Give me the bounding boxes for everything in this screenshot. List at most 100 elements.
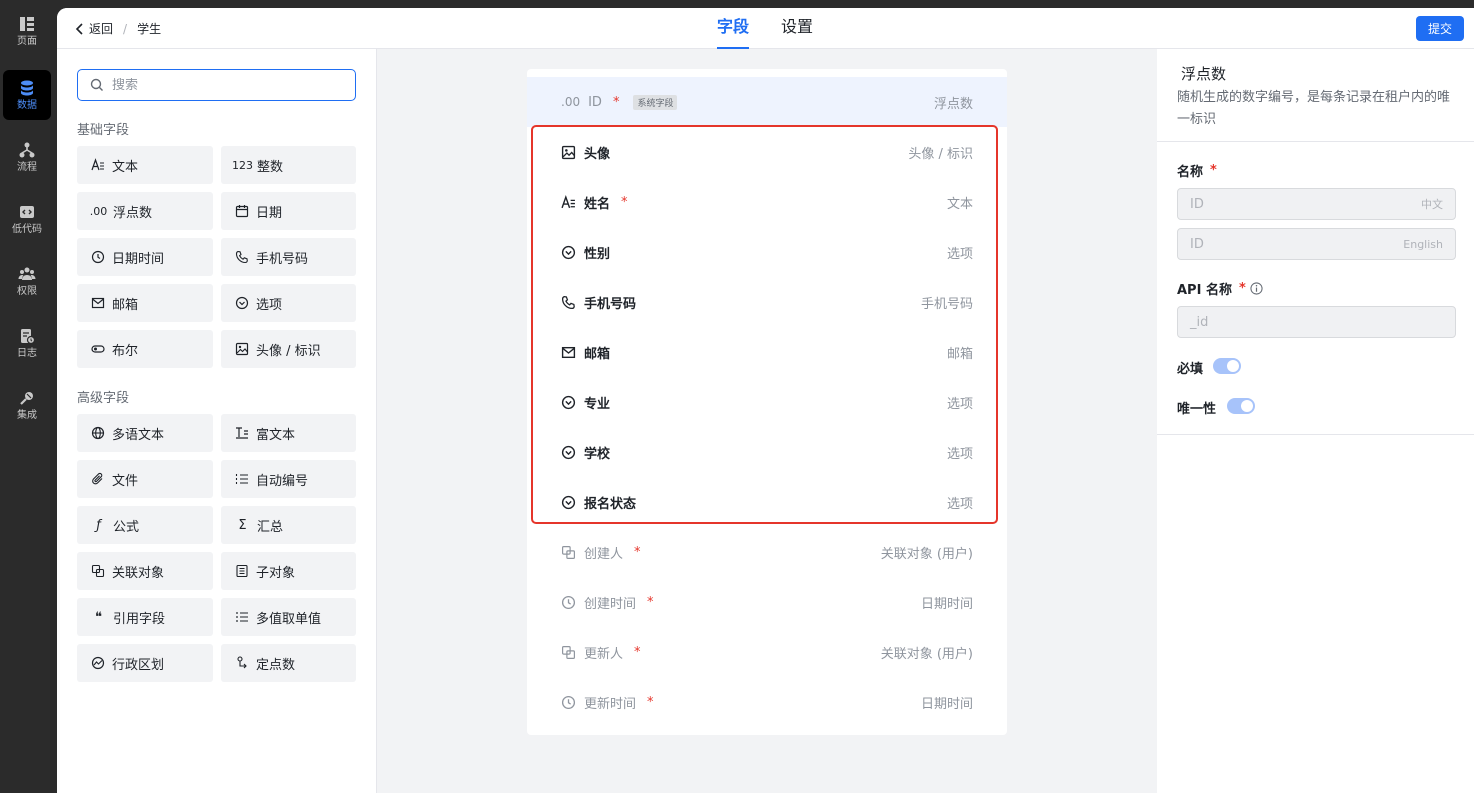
field-type-text[interactable]: 文本 — [77, 146, 213, 184]
field-type-formula[interactable]: ƒ 公式 — [77, 506, 213, 544]
field-type-decimal[interactable]: 定点数 — [221, 644, 356, 682]
flow-icon — [19, 142, 35, 157]
field-type-lookup[interactable]: 关联对象 — [77, 552, 213, 590]
api-name-field[interactable]: _id — [1177, 306, 1456, 338]
submit-button[interactable]: 提交 — [1416, 16, 1464, 41]
field-row-created-at[interactable]: 创建时间 * 日期时间 — [527, 577, 1007, 627]
name-label-text: 名称 — [1177, 165, 1204, 180]
info-icon[interactable] — [1250, 282, 1263, 295]
field-type-region[interactable]: 行政区划 — [77, 644, 213, 682]
field-type-boolean[interactable]: 布尔 — [77, 330, 213, 368]
clock-icon — [561, 695, 576, 709]
rail-label: 流程 — [17, 161, 37, 173]
required-mark: * — [647, 694, 654, 710]
name-en-field[interactable]: ID English — [1177, 228, 1456, 260]
field-row-avatar[interactable]: 头像 头像 / 标识 — [527, 127, 1007, 177]
rail-item-flow[interactable]: 流程 — [3, 132, 51, 182]
field-row-id[interactable]: .00 ID * 系统字段 浮点数 — [527, 77, 1007, 127]
field-type-richtext[interactable]: 富文本 — [221, 414, 356, 452]
detail-description: 随机生成的数字编号，是每条记录在租户内的唯一标识 — [1177, 90, 1451, 127]
field-type-avatar[interactable]: 头像 / 标识 — [221, 330, 356, 368]
api-name-value: _id — [1190, 314, 1209, 330]
unique-toggle[interactable] — [1227, 398, 1255, 414]
field-name: 报名状态 — [584, 496, 637, 512]
advanced-fields-grid: 多语文本 富文本 文件 自动编号 ƒ 公式 Σ 汇总 关联对象 子对象 ❝ 引用字段 … — [77, 414, 357, 682]
option-icon — [561, 495, 576, 509]
field-name: 头像 — [584, 146, 611, 162]
tab-fields[interactable]: 字段 — [717, 8, 750, 49]
tab-settings[interactable]: 设置 — [781, 8, 813, 49]
field-name: 创建人 — [584, 546, 624, 562]
field-type-autonumber[interactable]: 自动编号 — [221, 460, 356, 498]
chevron-left-icon[interactable] — [75, 22, 85, 35]
option-icon — [235, 296, 249, 310]
rail-item-data[interactable]: 数据 — [3, 70, 51, 120]
api-label-text: API 名称 — [1177, 283, 1232, 298]
required-mark: * — [634, 544, 641, 560]
chip-label: 邮箱 — [112, 297, 139, 313]
field-list-card: .00 ID * 系统字段 浮点数 头像 头像 / 标识 姓名 * 文本 性别 选项… — [527, 69, 1007, 735]
field-type: 选项 — [946, 246, 973, 262]
chip-label: 文本 — [112, 159, 139, 175]
field-type-multivalue[interactable]: 多值取单值 — [221, 598, 356, 636]
option-icon — [561, 395, 576, 409]
rail-item-integration[interactable]: 集成 — [3, 380, 51, 430]
field-row-enroll-status[interactable]: 报名状态 选项 — [527, 477, 1007, 527]
field-type-reference[interactable]: ❝ 引用字段 — [77, 598, 213, 636]
rail-item-pages[interactable]: 页面 — [3, 6, 51, 56]
search-box[interactable] — [77, 69, 356, 101]
globe-icon — [91, 426, 105, 440]
link-object-icon — [91, 564, 105, 578]
breadcrumb: 返回 / 学生 — [75, 20, 161, 37]
clock-icon — [91, 250, 105, 264]
field-row-updated-by[interactable]: 更新人 * 关联对象 (用户) — [527, 627, 1007, 677]
required-mark: * — [647, 594, 654, 610]
field-type-datetime[interactable]: 日期时间 — [77, 238, 213, 276]
field-row-created-by[interactable]: 创建人 * 关联对象 (用户) — [527, 527, 1007, 577]
link-object-icon — [562, 545, 575, 559]
field-type-float[interactable]: .00 浮点数 — [77, 192, 213, 230]
field-type-rollup[interactable]: Σ 汇总 — [221, 506, 356, 544]
detail-title: 浮点数 — [1181, 65, 1227, 83]
chip-label: 引用字段 — [113, 611, 166, 627]
field-type-date[interactable]: 日期 — [221, 192, 356, 230]
field-type-option[interactable]: 选项 — [221, 284, 356, 322]
chip-label: 公式 — [113, 519, 140, 535]
rail-label: 页面 — [17, 35, 37, 47]
back-link[interactable]: 返回 — [89, 20, 113, 37]
paperclip-icon — [92, 472, 103, 485]
field-type: 关联对象 (用户) — [880, 546, 973, 562]
name-zh-field[interactable]: ID 中文 — [1177, 188, 1456, 220]
divider — [1157, 141, 1474, 142]
sub-object-icon — [236, 564, 248, 578]
field-type-subobject[interactable]: 子对象 — [221, 552, 356, 590]
search-input[interactable] — [112, 77, 332, 93]
field-name: 性别 — [584, 246, 611, 262]
rail-item-lowcode[interactable]: 低代码 — [3, 194, 51, 244]
field-type: 文本 — [946, 196, 973, 212]
basic-fields-grid: 文本 123 整数 .00 浮点数 日期 日期时间 手机号码 邮箱 选项 布尔 头像… — [77, 146, 357, 368]
rail-label: 权限 — [17, 285, 37, 297]
advanced-fields-title: 高级字段 — [77, 391, 130, 406]
field-type: 日期时间 — [920, 696, 973, 712]
field-row-major[interactable]: 专业 选项 — [527, 377, 1007, 427]
left-rail: 页面 数据 流程 低代码 权限 日志 集成 — [0, 0, 57, 793]
required-mark: * — [621, 194, 628, 210]
field-row-phone[interactable]: 手机号码 手机号码 — [527, 277, 1007, 327]
field-type-integer[interactable]: 123 整数 — [221, 146, 356, 184]
field-type: 浮点数 — [933, 96, 973, 112]
required-toggle[interactable] — [1213, 358, 1241, 374]
field-row-name[interactable]: 姓名 * 文本 — [527, 177, 1007, 227]
field-row-updated-at[interactable]: 更新时间 * 日期时间 — [527, 677, 1007, 727]
field-type-multilang[interactable]: 多语文本 — [77, 414, 213, 452]
field-type-file[interactable]: 文件 — [77, 460, 213, 498]
field-row-gender[interactable]: 性别 选项 — [527, 227, 1007, 277]
chip-label: 日期 — [256, 205, 283, 221]
rail-item-permissions[interactable]: 权限 — [3, 256, 51, 306]
field-row-school[interactable]: 学校 选项 — [527, 427, 1007, 477]
field-type-phone[interactable]: 手机号码 — [221, 238, 356, 276]
image-icon — [561, 145, 576, 159]
field-type-email[interactable]: 邮箱 — [77, 284, 213, 322]
field-row-email[interactable]: 邮箱 邮箱 — [527, 327, 1007, 377]
rail-item-logs[interactable]: 日志 — [3, 318, 51, 368]
